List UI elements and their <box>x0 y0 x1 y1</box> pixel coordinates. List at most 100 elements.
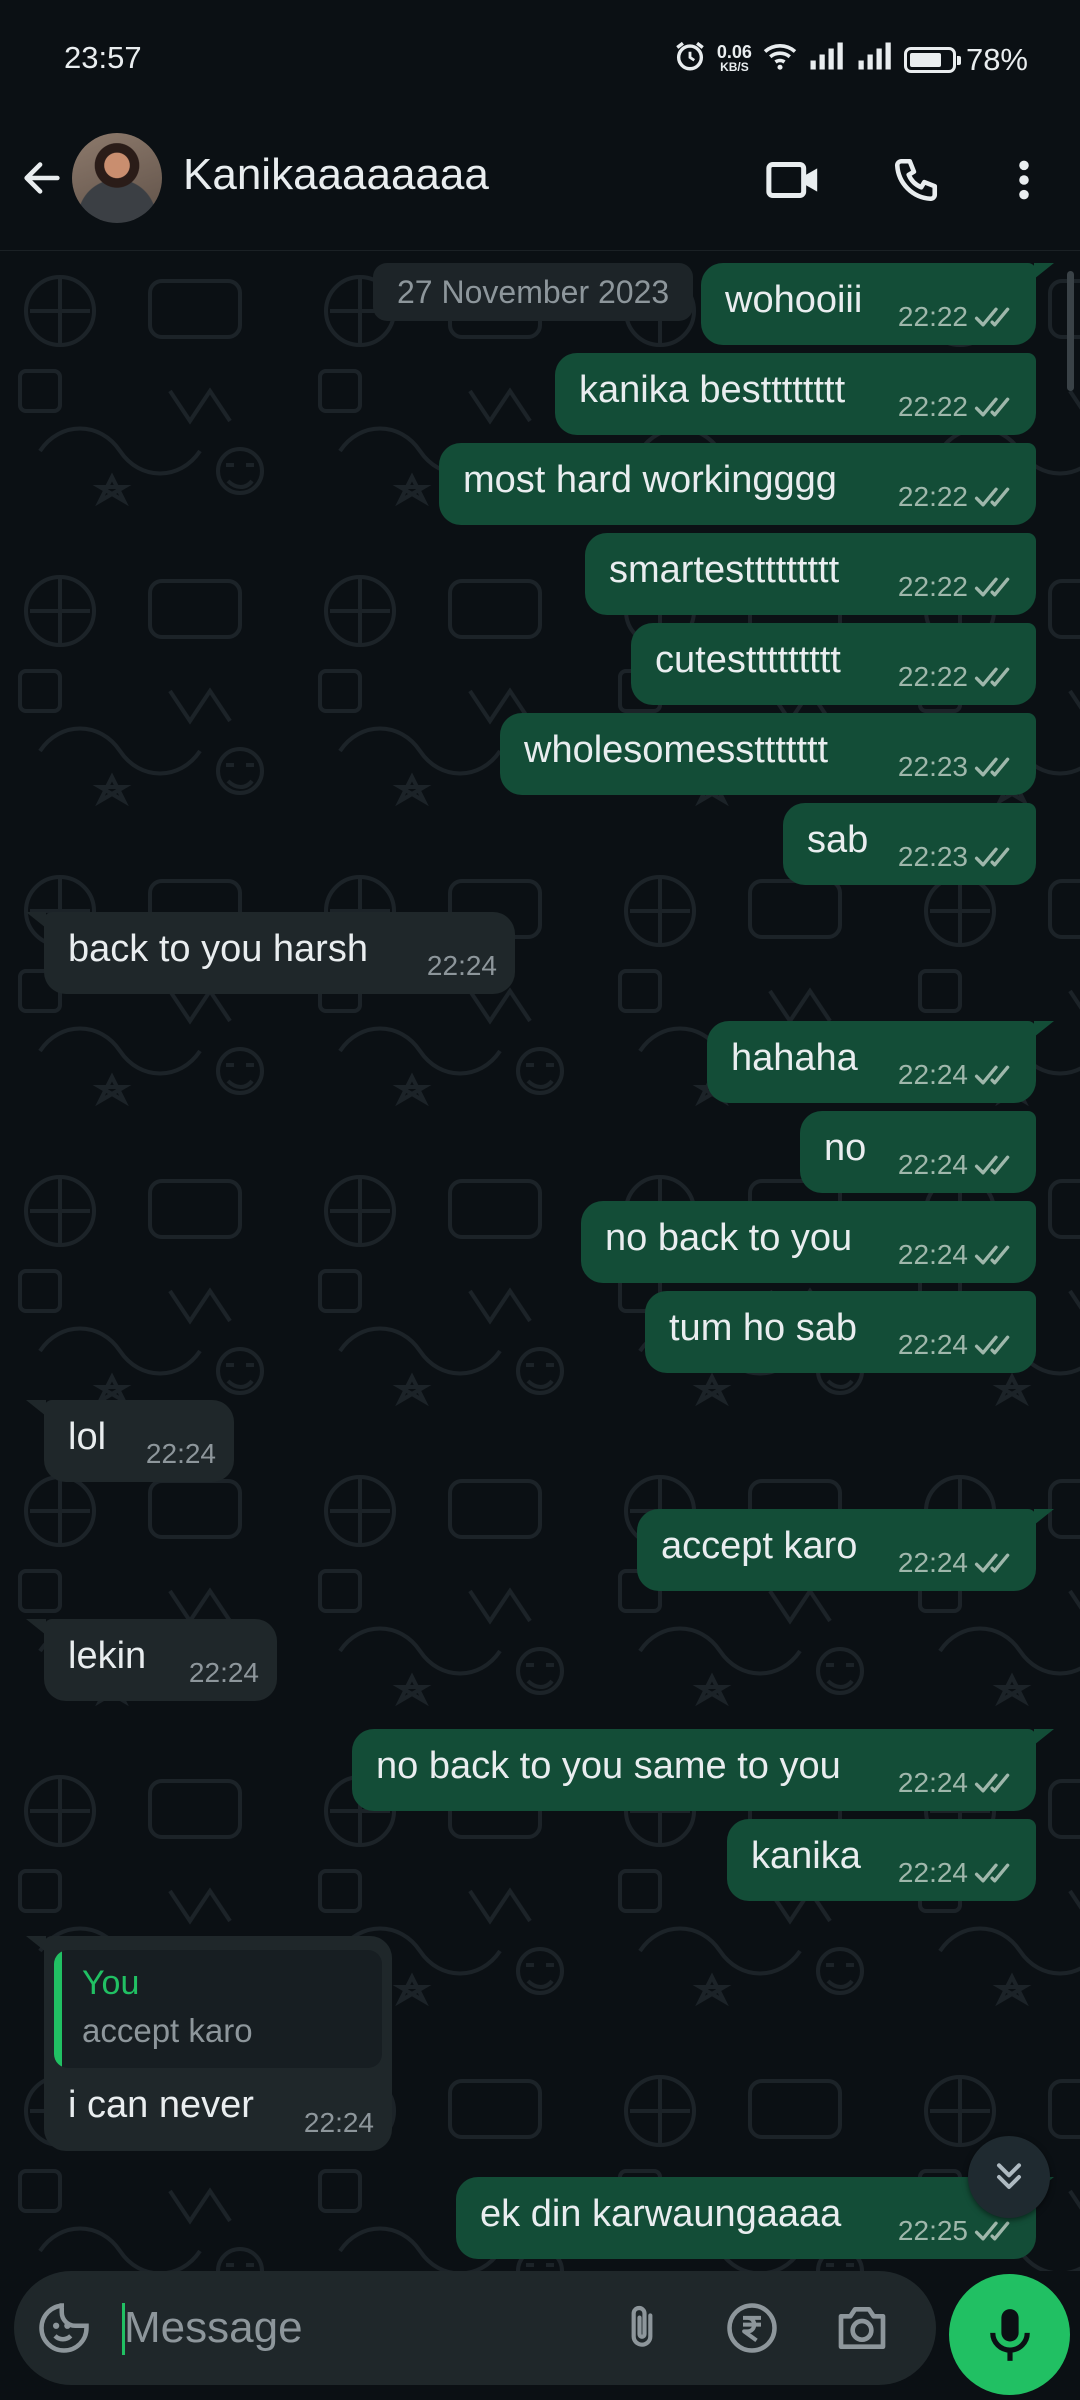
message-meta: 22:24 <box>898 1329 1018 1361</box>
voice-call-button[interactable] <box>884 152 948 208</box>
input-bar <box>0 2271 1080 2400</box>
read-receipt-icon <box>974 397 1010 417</box>
camera-button[interactable] <box>832 2298 892 2358</box>
outgoing-message[interactable]: kanika bestttttttt 22:22 <box>555 353 1036 435</box>
outgoing-message[interactable]: no 22:24 <box>800 1111 1036 1193</box>
sticker-button[interactable] <box>34 2298 94 2358</box>
outgoing-message[interactable]: kanika 22:24 <box>727 1819 1036 1901</box>
video-call-button[interactable] <box>762 152 826 208</box>
chat-area[interactable]: wohooiii 22:22 kanika bestttttttt 22:22 most… <box>0 251 1080 2271</box>
contact-name[interactable]: Kanikaaaaaaaa <box>183 150 489 200</box>
outgoing-message[interactable]: most hard workingggg 22:22 <box>439 443 1036 525</box>
quoted-reply[interactable]: You accept karo <box>54 1950 382 2068</box>
reply-accent-bar <box>54 1950 62 2068</box>
incoming-message[interactable]: You accept karo i can never 22:24 <box>26 1936 392 2151</box>
outgoing-message[interactable]: hahaha 22:24 <box>707 1021 1054 1103</box>
battery-icon <box>903 47 961 73</box>
message-time: 22:24 <box>897 1767 968 1798</box>
message-time: 22:24 <box>188 1657 259 1688</box>
incoming-message[interactable]: lekin 22:24 <box>26 1619 277 1701</box>
read-receipt-icon <box>974 487 1010 507</box>
more-options-icon <box>1019 160 1029 200</box>
outgoing-message[interactable]: tum ho sab 22:24 <box>645 1291 1036 1373</box>
message-text: wholesomessttttttt <box>524 729 829 771</box>
message-text: no back to you <box>605 1217 853 1259</box>
video-call-icon <box>766 162 818 198</box>
signal-icon <box>808 41 846 79</box>
message-meta: 22:24 <box>898 1239 1018 1271</box>
scrollbar[interactable] <box>1067 271 1074 391</box>
read-receipt-icon <box>974 667 1010 687</box>
message-time: 22:24 <box>897 1149 968 1180</box>
message-text: lekin <box>68 1635 147 1677</box>
incoming-message[interactable]: back to you harsh 22:24 <box>26 912 515 994</box>
message-text: smartesttttttttt <box>609 549 840 591</box>
message-text: accept karo <box>661 1525 858 1567</box>
chat-header: Kanikaaaaaaaa <box>0 120 1080 251</box>
rupee-payment-icon <box>727 2303 777 2353</box>
message-time: 22:24 <box>897 1547 968 1578</box>
message-time: 22:22 <box>897 571 968 602</box>
message-meta: 22:24 <box>898 1767 1018 1799</box>
message-text: kanika bestttttttt <box>579 369 846 411</box>
message-meta: 22:24 <box>898 1547 1018 1579</box>
wifi-icon <box>762 41 798 79</box>
message-text: most hard workingggg <box>463 459 837 501</box>
message-time: 22:22 <box>897 391 968 422</box>
message-time: 22:22 <box>897 481 968 512</box>
battery-level-fill <box>909 53 942 67</box>
outgoing-message[interactable]: no back to you 22:24 <box>581 1201 1036 1283</box>
message-meta: 22:24 <box>427 950 497 982</box>
read-receipt-icon <box>974 1245 1010 1265</box>
message-text: tum ho sab <box>669 1307 857 1349</box>
outgoing-message[interactable]: wohooiii 22:22 <box>701 263 1054 345</box>
message-time: 22:22 <box>897 661 968 692</box>
message-text: i can never <box>68 2084 254 2126</box>
message-text: kanika <box>751 1835 861 1877</box>
attach-icon <box>631 2305 653 2347</box>
back-arrow-icon <box>24 162 60 194</box>
reply-quoted-text: accept karo <box>82 2012 253 2049</box>
more-options-button[interactable] <box>992 152 1056 208</box>
message-meta: 22:22 <box>898 301 1018 333</box>
outgoing-message[interactable]: wholesomessttttttt 22:23 <box>500 713 1036 795</box>
message-time: 22:23 <box>897 751 968 782</box>
read-receipt-icon <box>974 1553 1010 1573</box>
outgoing-message[interactable]: sab 22:23 <box>783 803 1036 885</box>
back-button[interactable] <box>14 150 70 206</box>
signal-icon <box>856 41 894 79</box>
outgoing-message[interactable]: no back to you same to you 22:24 <box>352 1729 1054 1811</box>
message-meta: 22:22 <box>898 661 1018 693</box>
read-receipt-icon <box>974 1155 1010 1175</box>
message-text: back to you harsh <box>68 928 368 970</box>
sticker-icon <box>39 2303 89 2353</box>
message-time: 22:25 <box>897 2215 968 2246</box>
alarm-icon <box>673 39 707 81</box>
message-meta: 22:25 <box>898 2215 1018 2247</box>
message-meta: 22:22 <box>898 571 1018 603</box>
phone-icon <box>894 158 938 202</box>
message-meta: 22:22 <box>898 481 1018 513</box>
message-text: wohooiii <box>725 279 863 321</box>
payment-button[interactable] <box>722 2298 782 2358</box>
message-meta: 22:24 <box>898 1149 1018 1181</box>
message-time: 22:24 <box>897 1857 968 1888</box>
message-input[interactable] <box>124 2295 604 2361</box>
incoming-message[interactable]: lol 22:24 <box>26 1400 234 1482</box>
attach-button[interactable] <box>612 2298 672 2358</box>
message-input-pill[interactable] <box>14 2271 936 2385</box>
status-time: 23:57 <box>64 40 142 75</box>
message-meta: 22:24 <box>898 1857 1018 1889</box>
scroll-down-button[interactable] <box>968 2136 1050 2218</box>
outgoing-message[interactable]: smartesttttttttt 22:22 <box>585 533 1036 615</box>
outgoing-message[interactable]: ek din karwaungaaaa 22:25 <box>456 2177 1054 2259</box>
message-time: 22:23 <box>897 841 968 872</box>
mic-icon <box>989 2308 1030 2361</box>
outgoing-message[interactable]: accept karo 22:24 <box>637 1509 1054 1591</box>
avatar[interactable] <box>72 133 162 223</box>
outgoing-message[interactable]: cutesttttttttt 22:22 <box>631 623 1036 705</box>
message-meta: 22:22 <box>898 391 1018 423</box>
voice-message-button[interactable] <box>949 2274 1070 2395</box>
scroll-down-icon <box>997 2163 1021 2189</box>
read-receipt-icon <box>974 1863 1010 1883</box>
